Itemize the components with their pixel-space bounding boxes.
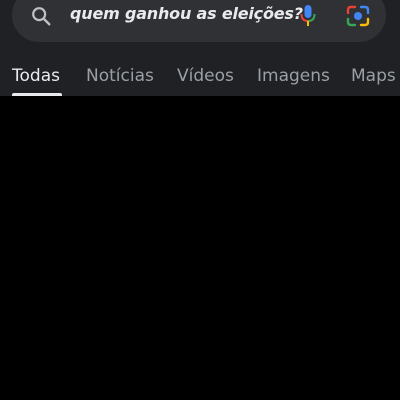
search-header: quem ganhou as eleições? Todas Notícias … xyxy=(0,0,400,96)
google-lens-icon[interactable] xyxy=(346,5,370,27)
tab-maps[interactable]: Maps xyxy=(351,66,396,86)
search-icon[interactable] xyxy=(30,5,52,27)
tab-todas[interactable]: Todas xyxy=(12,66,60,86)
tab-videos[interactable]: Vídeos xyxy=(177,66,234,86)
results-area xyxy=(0,96,400,400)
tab-noticias[interactable]: Notícias xyxy=(86,66,154,86)
search-query-input[interactable]: quem ganhou as eleições? xyxy=(70,4,303,23)
search-tabs: Todas Notícias Vídeos Imagens Maps xyxy=(0,60,400,96)
search-bar[interactable]: quem ganhou as eleições? xyxy=(12,0,386,42)
search-results-page: quem ganhou as eleições? Todas Notícias … xyxy=(0,0,400,400)
microphone-icon[interactable] xyxy=(299,4,317,28)
tab-imagens[interactable]: Imagens xyxy=(257,66,330,86)
